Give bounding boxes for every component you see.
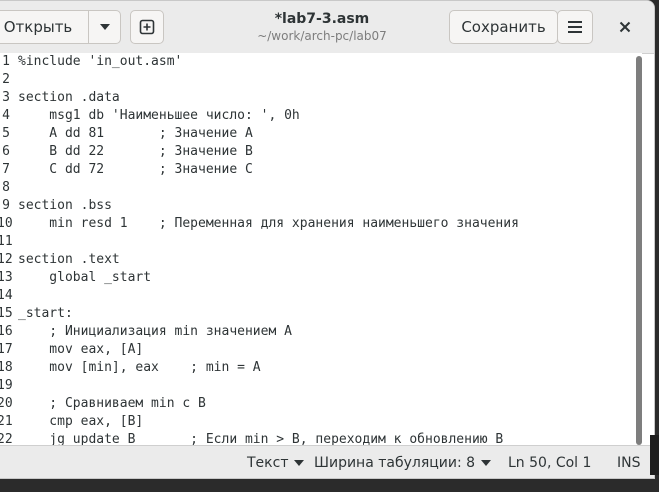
code-line[interactable]: 20 ; Сравниваем min с B — [0, 395, 642, 413]
code-line[interactable]: 9 section .bss — [0, 197, 642, 215]
code-line[interactable]: 2 — [0, 71, 642, 89]
line-number: 9 — [2, 198, 10, 213]
code-line[interactable]: 19 — [0, 377, 642, 395]
line-number: 17 — [0, 342, 13, 357]
close-button[interactable] — [608, 10, 642, 44]
line-text: %include 'in_out.asm' — [18, 54, 183, 69]
line-text: C dd 72 ; Значение C — [18, 162, 253, 177]
line-number: 2 — [2, 72, 10, 87]
code-line[interactable]: 8 — [0, 179, 642, 197]
line-number: 3 — [2, 90, 10, 105]
line-text: min resd 1 ; Переменная для хранения наи… — [18, 216, 519, 231]
code-line[interactable]: 18 mov [min], eax ; min = A — [0, 359, 642, 377]
status-bar: Текст Ширина табуляции: 8 Ln 50, Col 1 I… — [0, 445, 654, 478]
line-number: 20 — [0, 396, 13, 411]
chevron-down-icon — [481, 460, 492, 466]
insert-mode[interactable]: INS — [617, 455, 641, 471]
line-text: cmp eax, [B] — [18, 414, 144, 429]
code-line[interactable]: 12 section .text — [0, 251, 642, 269]
chevron-down-icon — [294, 460, 305, 466]
line-number: 22 — [0, 432, 13, 445]
language-selector[interactable]: Текст — [247, 455, 305, 471]
line-number: 11 — [0, 234, 13, 249]
line-number: 5 — [2, 126, 10, 141]
save-button-label: Сохранить — [461, 18, 546, 36]
cursor-position[interactable]: Ln 50, Col 1 — [508, 455, 591, 471]
code-line[interactable]: 14 — [0, 287, 642, 305]
line-text: mov [min], eax ; min = A — [18, 360, 261, 375]
tab-width-label: Ширина табуляции: 8 — [314, 455, 476, 471]
code-line[interactable]: 7 C dd 72 ; Значение C — [0, 161, 642, 179]
line-number: 1 — [2, 54, 10, 69]
open-button-label: Открыть — [3, 18, 73, 36]
code-line[interactable]: 22 jg update_B ; Если min > B, переходим… — [0, 431, 642, 445]
code-line[interactable]: 6 B dd 22 ; Значение B — [0, 143, 642, 161]
open-button[interactable]: Открыть — [0, 10, 89, 44]
code-line[interactable]: 17 mov eax, [A] — [0, 341, 642, 359]
background-edge — [650, 435, 659, 475]
line-number: 13 — [0, 270, 13, 285]
code-line[interactable]: 3 section .data — [0, 89, 642, 107]
line-number: 10 — [0, 216, 13, 231]
cursor-position-label: Ln 50, Col 1 — [508, 455, 592, 471]
header-bar: Открыть *lab7-3.asm ~/work/arch-pc/lab07… — [0, 1, 654, 54]
vertical-scrollbar[interactable] — [636, 56, 642, 445]
window-subtitle: ~/work/arch-pc/lab07 — [257, 29, 387, 43]
line-text: section .bss — [18, 198, 112, 213]
chevron-down-icon — [99, 24, 110, 30]
line-text: ; Инициализация min значением A — [18, 324, 292, 339]
line-number: 16 — [0, 324, 13, 339]
insert-mode-label: INS — [617, 455, 641, 471]
code-line[interactable]: 4 msg1 db 'Наименьшее число: ', 0h — [0, 107, 642, 125]
hamburger-icon — [568, 21, 582, 33]
save-button[interactable]: Сохранить — [449, 10, 558, 44]
editor-window: Открыть *lab7-3.asm ~/work/arch-pc/lab07… — [0, 0, 655, 479]
line-text: B dd 22 ; Значение B — [18, 144, 253, 159]
line-number: 14 — [0, 288, 13, 303]
line-number: 21 — [0, 414, 13, 429]
code-line[interactable]: 11 — [0, 233, 642, 251]
line-text: A dd 81 ; Значение A — [18, 126, 253, 141]
new-tab-icon — [139, 19, 155, 35]
code-line[interactable]: 10 min resd 1 ; Переменная для хранения … — [0, 215, 642, 233]
tab-width-selector[interactable]: Ширина табуляции: 8 — [314, 455, 492, 471]
line-text: _start: — [18, 306, 73, 321]
code-line[interactable]: 21 cmp eax, [B] — [0, 413, 642, 431]
line-text: global _start — [18, 270, 152, 285]
line-number: 18 — [0, 360, 13, 375]
line-number: 12 — [0, 252, 13, 267]
line-number: 6 — [2, 144, 10, 159]
window-title: *lab7-3.asm — [274, 11, 370, 27]
code-line[interactable]: 5 A dd 81 ; Значение A — [0, 125, 642, 143]
language-label: Текст — [247, 455, 289, 471]
line-number: 4 — [2, 108, 10, 123]
line-text: mov eax, [A] — [18, 342, 144, 357]
line-number: 19 — [0, 378, 13, 393]
code-line[interactable]: 1 %include 'in_out.asm' — [0, 53, 642, 71]
code-line[interactable]: 13 global _start — [0, 269, 642, 287]
line-text: msg1 db 'Наименьшее число: ', 0h — [18, 108, 300, 123]
line-number: 15 — [0, 306, 13, 321]
line-text: section .data — [18, 90, 120, 105]
code-editor[interactable]: 1 %include 'in_out.asm' 2 3 section .data 4 m… — [0, 53, 642, 445]
new-tab-button[interactable] — [130, 10, 164, 44]
main-menu-button[interactable] — [557, 10, 593, 44]
line-number: 8 — [2, 180, 10, 195]
line-text: jg update_B ; Если min > B, переходим к … — [18, 432, 504, 445]
code-line[interactable]: 16 ; Инициализация min значением A — [0, 323, 642, 341]
line-text: section .text — [18, 252, 120, 267]
title-area: *lab7-3.asm ~/work/arch-pc/lab07 — [227, 11, 417, 44]
close-icon — [619, 21, 631, 33]
open-menu-button[interactable] — [88, 10, 121, 44]
line-number: 7 — [2, 162, 10, 177]
line-text: ; Сравниваем min с B — [18, 396, 206, 411]
code-line[interactable]: 15 _start: — [0, 305, 642, 323]
